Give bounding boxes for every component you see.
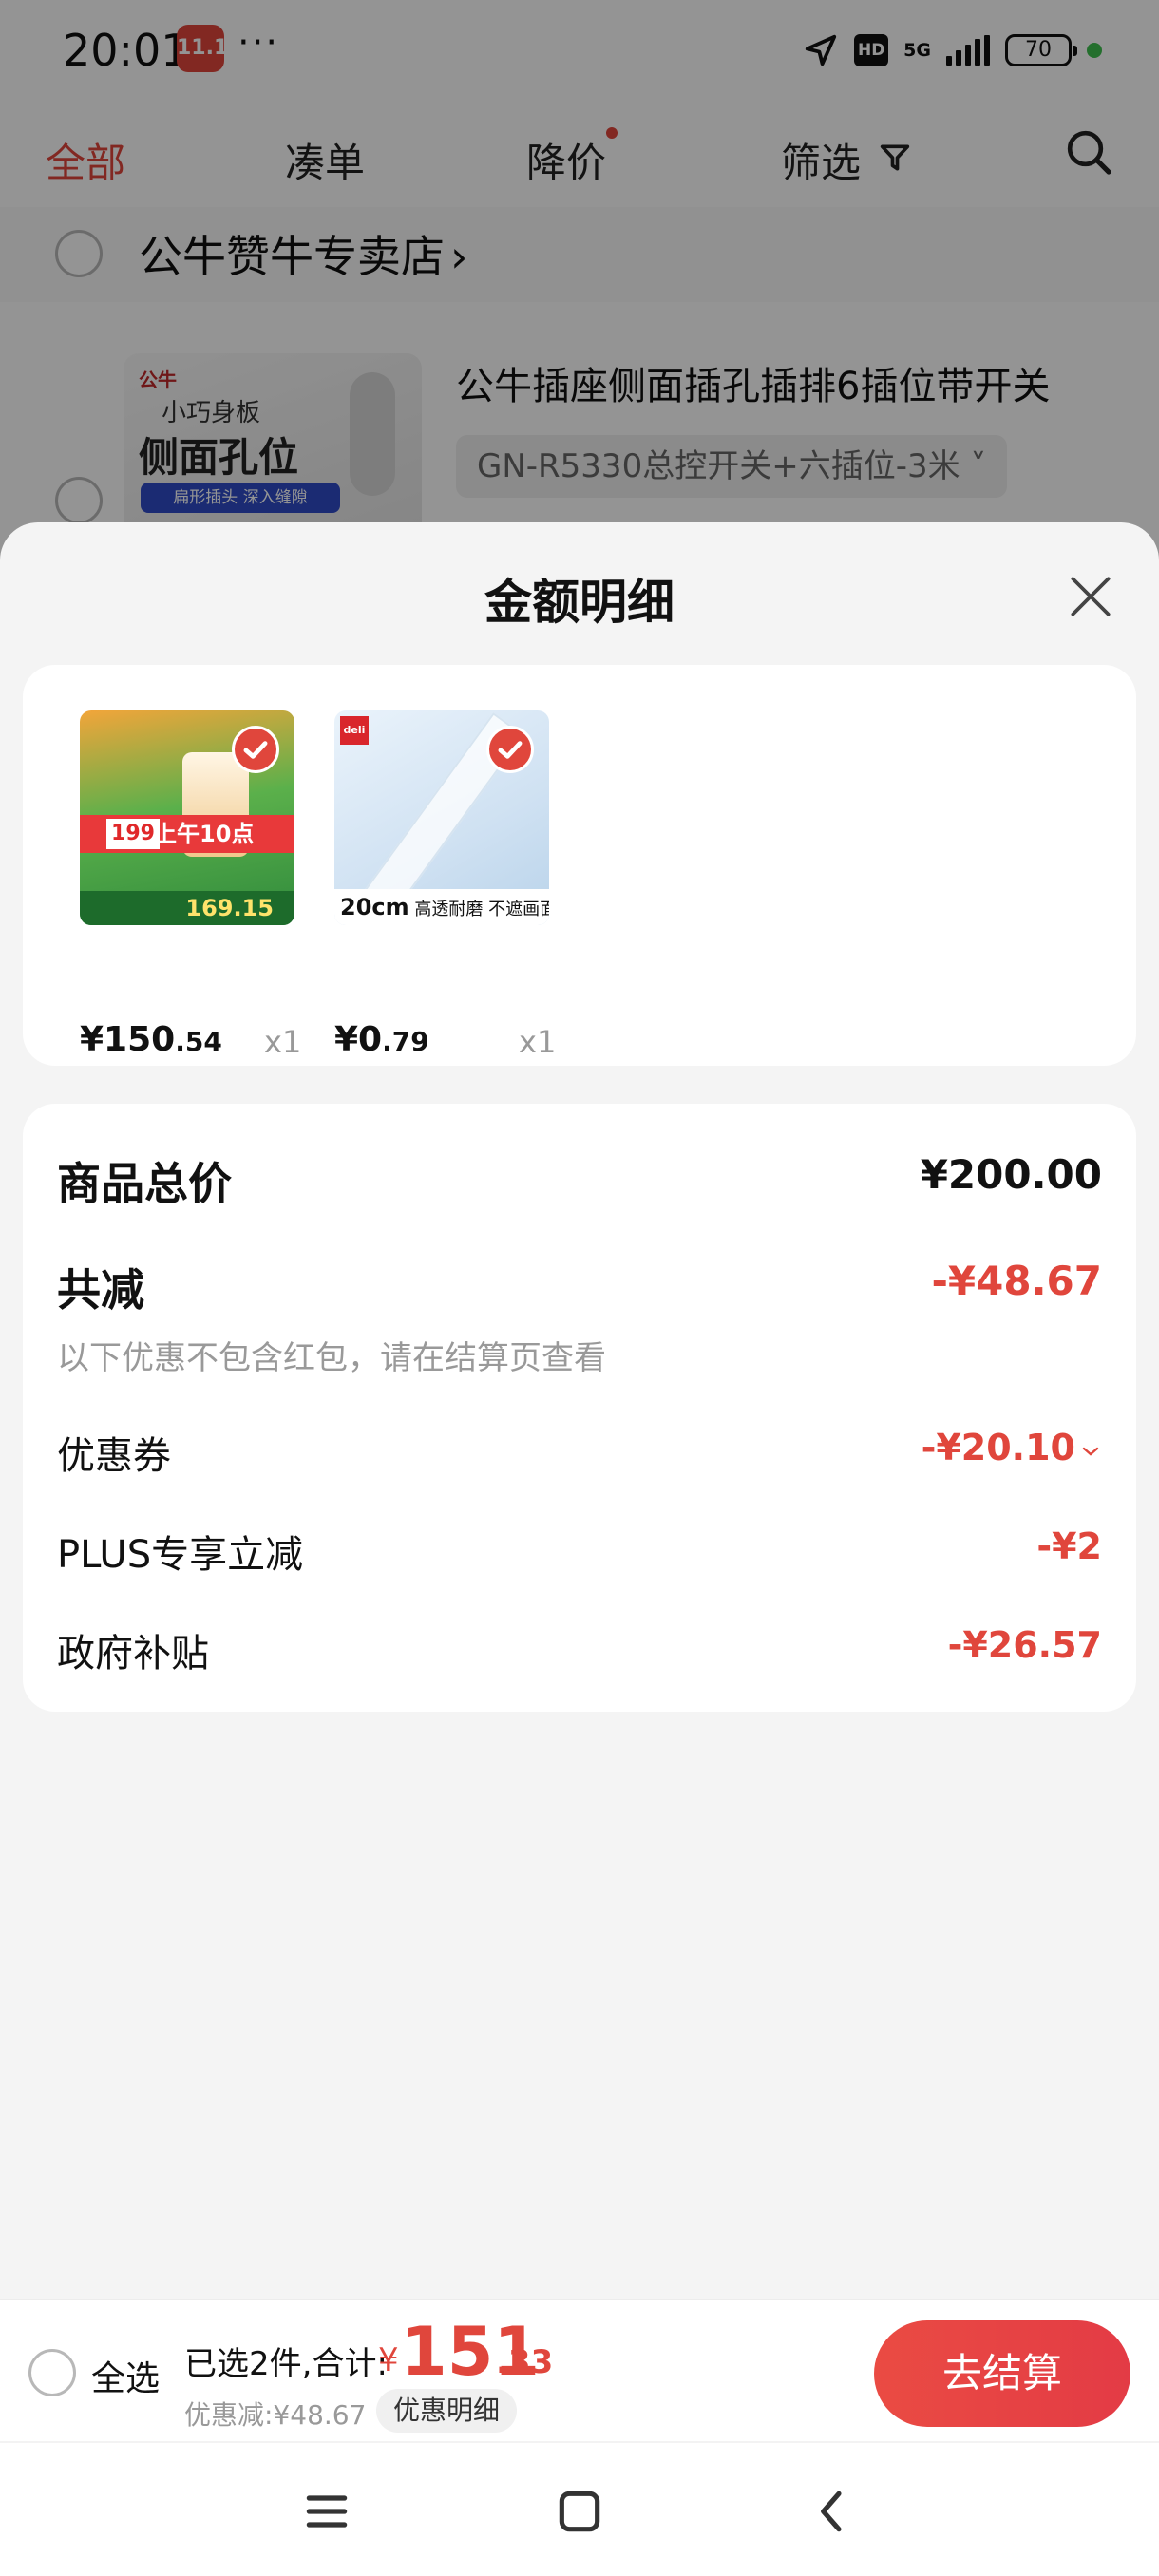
gov-subsidy-label: 政府补贴 <box>57 1632 209 1676</box>
item-price: ¥0.79 <box>334 1020 429 1059</box>
item-image-ruler[interactable]: deli 20cm 高透耐磨 不遮画面 <box>334 710 549 925</box>
image-price-tag: 199 <box>106 819 160 849</box>
item-quantity: x1 <box>264 1024 302 1060</box>
item-quantity: x1 <box>519 1024 557 1060</box>
discount-detail-button[interactable]: 优惠明细 <box>376 2389 518 2433</box>
price-summary-card: 商品总价 ¥200.00 共减 -¥48.67 以下优惠不包含红包，请在结算页查… <box>23 1104 1136 1712</box>
amount-detail-sheet: 金额明细 上午10点 199 169.15 ¥150.54 x1 deli 20… <box>0 522 1159 2299</box>
system-nav-bar <box>0 2443 1159 2576</box>
total-amount-dec: .33 <box>496 2343 554 2381</box>
discount-summary: 优惠减:¥48.67 <box>184 2399 367 2431</box>
checkout-bar: 全选 已选2件,合计: ¥ 151 .33 优惠减:¥48.67 优惠明细 去结… <box>0 2299 1159 2441</box>
check-icon <box>486 726 534 773</box>
chevron-down-icon[interactable] <box>1079 1440 1102 1463</box>
home-icon[interactable] <box>553 2485 606 2538</box>
plus-discount-label: PLUS专享立减 <box>57 1533 304 1577</box>
dim-overlay[interactable] <box>0 0 1159 570</box>
back-icon[interactable] <box>806 2485 859 2538</box>
selected-count-text: 已选2件,合计: <box>184 2345 388 2383</box>
image-caption: 20cm 高透耐磨 不遮画面 <box>334 889 549 925</box>
item-price: ¥150.54 <box>80 1020 222 1059</box>
image-price: 169.15 <box>185 895 274 921</box>
close-icon[interactable] <box>1064 570 1117 623</box>
total-price-value: ¥200.00 <box>920 1151 1102 1198</box>
plus-discount-value: -¥2 <box>1036 1525 1102 1567</box>
sheet-title: 金额明细 <box>484 575 674 630</box>
check-icon <box>232 726 279 773</box>
selected-item[interactable]: 上午10点 199 169.15 ¥150.54 x1 <box>80 710 301 1060</box>
reduction-note: 以下优惠不包含红包，请在结算页查看 <box>57 1339 606 1377</box>
selected-items-card: 上午10点 199 169.15 ¥150.54 x1 deli 20cm 高透… <box>23 665 1136 1066</box>
coupon-value[interactable]: -¥20.10 <box>922 1427 1075 1468</box>
checkout-button[interactable]: 去结算 <box>874 2320 1130 2427</box>
selected-item[interactable]: deli 20cm 高透耐磨 不遮画面 ¥0.79 x1 <box>334 710 556 1060</box>
total-reduction-value: -¥48.67 <box>931 1258 1102 1304</box>
screen: 20:01 11.11 ··· HD 5G 70 全部 凑单 降价 筛选 公牛赞… <box>0 0 1159 2576</box>
gov-subsidy-value: -¥26.57 <box>947 1624 1102 1666</box>
select-all-radio[interactable] <box>28 2349 76 2396</box>
brand-logo: deli <box>340 716 369 745</box>
item-image-lamp[interactable]: 上午10点 199 169.15 <box>80 710 294 925</box>
select-all-label[interactable]: 全选 <box>91 2351 160 2400</box>
menu-icon[interactable] <box>300 2485 353 2538</box>
total-currency: ¥ <box>378 2341 399 2379</box>
